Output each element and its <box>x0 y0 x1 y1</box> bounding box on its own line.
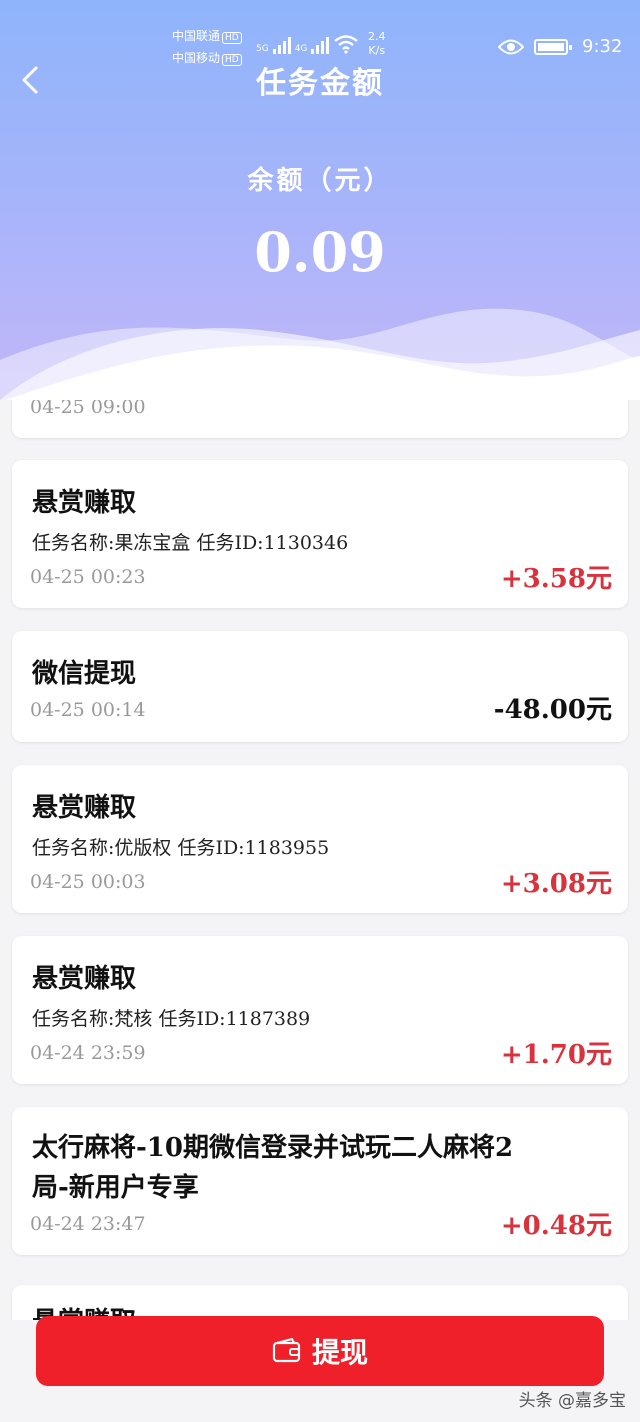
wallet-icon <box>272 1338 301 1363</box>
clock: 9:32 <box>582 36 623 57</box>
status-right: 9:32 <box>498 36 622 57</box>
list-item: 微信提现 04-25 00:14 -48.00元 <box>12 631 628 742</box>
balance-label: 余额（元） <box>247 166 393 196</box>
network-speed: 2.4 K/s <box>368 30 386 58</box>
record-info: 任务名称:优版权 任务ID:1183955 <box>32 837 330 859</box>
record-title: 悬赏赚取 <box>32 793 137 823</box>
withdraw-button[interactable]: 提现 <box>36 1316 604 1386</box>
watermark: 头条 @嘉多宝 <box>518 1391 626 1411</box>
signal-bars-icon <box>272 34 291 54</box>
record-time: 04-24 23:47 <box>30 1213 146 1235</box>
battery-icon <box>534 38 572 55</box>
record-amount: +3.08元 <box>500 869 612 899</box>
carrier-1: 中国联通 <box>172 29 221 43</box>
net-type-1: 5G <box>256 44 269 54</box>
list-item: 悬赏赚取 任务名称:梵核 任务ID:1187389 04-24 23:59 +1… <box>12 936 628 1084</box>
signal-bars-icon <box>311 34 330 54</box>
page-title: 任务金额 <box>256 66 384 101</box>
record-time: 04-24 23:59 <box>30 1042 146 1064</box>
record-title: 微信提现 <box>32 659 137 689</box>
hd-badge: HD <box>222 32 242 44</box>
record-info: 任务名称:果冻宝盒 任务ID:1130346 <box>32 532 349 554</box>
record-info: 任务名称:梵核 任务ID:1187389 <box>32 1008 311 1030</box>
record-title: 悬赏赚取 <box>32 964 137 994</box>
list-item: 悬赏赚取 <box>12 1285 628 1320</box>
record-title-line2: 局-新用户专享 <box>32 1173 199 1203</box>
record-title-line1: 太行麻将-10期微信登录并试玩二人麻将2 <box>32 1133 514 1163</box>
balance-header: 中国联通 HD 中国移动 HD 5G 4G 2.4 K/s 9:32 任务金额 余额… <box>0 0 640 400</box>
record-time: 04-25 00:14 <box>30 699 146 721</box>
record-time: 04-25 00:03 <box>30 871 146 893</box>
withdraw-label: 提现 <box>311 1336 368 1369</box>
list-item: 悬赏赚取 任务名称:果冻宝盒 任务ID:1130346 04-25 00:23 … <box>12 460 628 608</box>
record-amount: -48.00元 <box>493 695 612 725</box>
eye-icon <box>498 39 524 54</box>
record-amount: +0.48元 <box>500 1211 612 1241</box>
record-title: 悬赏赚取 <box>32 488 137 518</box>
net-type-2: 4G <box>294 44 308 54</box>
wave-decoration <box>0 308 640 400</box>
list-item: 太行麻将-10期微信登录并试玩二人麻将2 局-新用户专享 04-24 23:47… <box>12 1107 628 1255</box>
signal-indicators: 5G 4G <box>256 34 359 54</box>
wifi-icon <box>334 35 359 54</box>
speed-unit: K/s <box>368 44 386 57</box>
balance-value: 0.09 <box>254 220 386 284</box>
speed-value: 2.4 <box>368 30 386 43</box>
record-amount: +3.58元 <box>500 564 612 594</box>
record-amount: +1.70元 <box>500 1040 612 1070</box>
list-item: 悬赏赚取 任务名称:优版权 任务ID:1183955 04-25 00:03 +… <box>12 765 628 913</box>
record-time: 04-25 00:23 <box>30 566 146 588</box>
